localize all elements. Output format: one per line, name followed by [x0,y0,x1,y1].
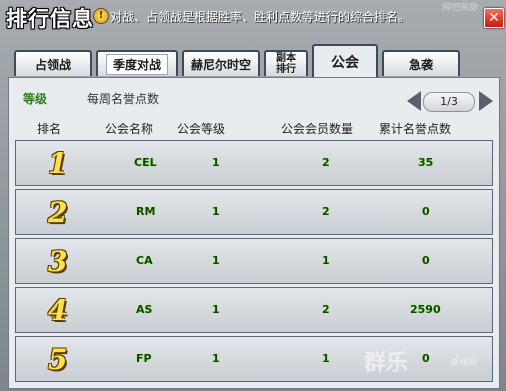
member-count: 2 [322,156,330,169]
tab-label: 副本排行 [276,53,296,75]
total-points: 35 [418,156,434,169]
tab-season-battle[interactable]: 季度对战 [96,50,178,76]
tab-bar: 占领战 季度对战 赫尼尔时空 副本排行 公会 急袭 [8,44,500,77]
level-filter[interactable]: 等级 [23,90,47,107]
table-row[interactable]: 5 FP 1 1 0 [15,336,493,382]
total-points: 2590 [410,303,441,316]
member-count: 1 [322,254,330,267]
total-points: 0 [422,205,430,218]
rank-number: 4 [48,294,68,327]
guild-level: 1 [212,303,220,316]
member-count: 2 [322,205,330,218]
total-points: 0 [422,254,430,267]
watermark-logo-text: 群乐 [364,351,409,376]
tab-label: 占领战 [34,57,71,72]
guild-level: 1 [212,254,220,267]
tab-guild[interactable]: 公会 [312,44,378,77]
info-icon: ! [93,8,109,24]
member-count: 2 [322,303,330,316]
table-row[interactable]: 4 AS 1 2 2590 [15,287,493,333]
guild-name: FP [136,352,152,365]
window-title: 排行信息 [6,7,94,31]
tab-label: 急袭 [408,57,433,72]
rank-number: 2 [48,196,68,229]
tab-label: 赫尼尔时空 [190,57,251,72]
previous-page-icon[interactable] [407,91,421,111]
ranking-description: 对战、占领战是根据胜率、胜利点数等进行的综合排名。 [110,10,411,24]
column-header-guild-level: 公会等级 [177,122,226,136]
table-row[interactable]: 1 CEL 1 2 35 [15,140,493,186]
rank-number: 3 [48,245,68,278]
corner-banner-text: 网吧奖励 [441,3,478,13]
guild-level: 1 [212,352,220,365]
column-header-total-points: 累计名誉点数 [379,122,452,136]
column-header-rank: 排名 [37,122,62,136]
tab-raid[interactable]: 急袭 [382,50,460,76]
table-row[interactable]: 3 CA 1 1 0 [15,238,493,284]
next-page-icon[interactable] [479,91,493,111]
watermark-sub-text: 游戏网 [450,358,478,368]
ranking-panel: 等级 每周名誉点数 1/3 排名 公会名称 公会等级 公会会员数量 累计名誉点数… [8,77,500,389]
member-count: 1 [322,352,330,365]
column-header-member-count: 公会会员数量 [281,122,354,136]
total-points: 0 [422,352,430,365]
table-row[interactable]: 2 RM 1 2 0 [15,189,493,235]
close-button[interactable]: ✕ [484,8,504,28]
ranking-table: 1 CEL 1 2 35 2 RM 1 2 0 3 CA 1 1 0 4 AS … [15,140,493,385]
guild-name: CA [136,254,153,267]
sub-toolbar: 等级 每周名誉点数 1/3 [9,78,499,112]
guild-level: 1 [212,156,220,169]
tab-henir[interactable]: 赫尼尔时空 [182,50,260,76]
column-header-guild-name: 公会名称 [105,122,154,136]
rank-number: 5 [48,343,68,376]
rank-number: 1 [48,147,68,180]
tab-dungeon-rank[interactable]: 副本排行 [264,50,308,76]
guild-name: AS [136,303,153,316]
guild-name: CEL [134,156,157,169]
ranking-window: 排行信息 ! 对战、占领战是根据胜率、胜利点数等进行的综合排名。 网吧奖励 ✕ … [0,0,506,391]
tab-occupation[interactable]: 占领战 [14,50,92,76]
guild-name: RM [136,205,156,218]
table-header: 排名 公会名称 公会等级 公会会员数量 累计名誉点数 [9,116,499,138]
guild-level: 1 [212,205,220,218]
weekly-points-filter[interactable]: 每周名誉点数 [87,90,159,107]
tab-label: 季度对战 [105,53,168,75]
page-indicator: 1/3 [423,92,475,112]
tab-label: 公会 [331,54,359,71]
